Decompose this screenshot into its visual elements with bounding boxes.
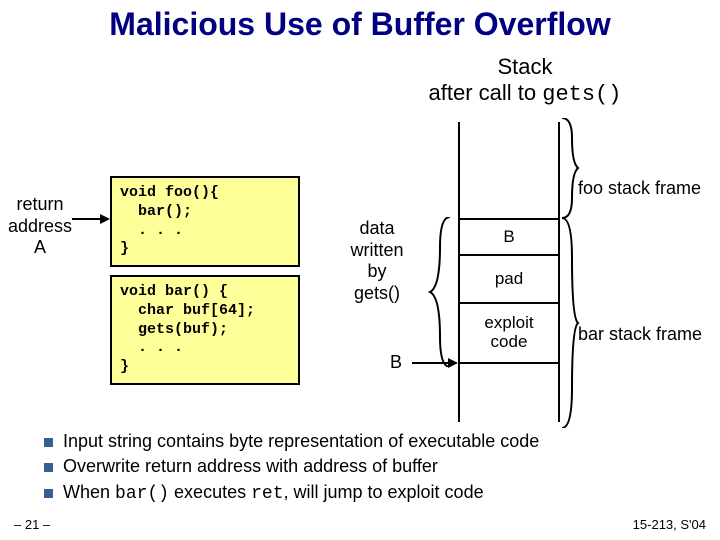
subtitle-line1: Stack <box>360 54 690 80</box>
foo-brace-icon <box>560 118 580 218</box>
stack-seg-exploit: exploit code <box>460 304 558 364</box>
stack-seg-pad: pad <box>460 256 558 304</box>
bullet-3: When bar() executes ret, will jump to ex… <box>44 481 694 506</box>
data-written-brace-icon <box>426 217 456 367</box>
bullet-icon <box>44 438 53 447</box>
bullet-icon <box>44 489 53 498</box>
slide-title: Malicious Use of Buffer Overflow <box>0 0 720 43</box>
code-foo: void foo(){ bar(); . . . } <box>110 176 300 267</box>
pointer-B-arrow <box>412 362 456 364</box>
bullet-3-text: When bar() executes ret, will jump to ex… <box>63 481 484 506</box>
b3-pre: When <box>63 482 115 502</box>
code-bar: void bar() { char buf[64]; gets(buf); . … <box>110 275 300 385</box>
b3-code2: ret <box>251 484 283 504</box>
page-number: – 21 – <box>14 517 50 532</box>
bullet-2-text: Overwrite return address with address of… <box>63 455 438 478</box>
bullet-icon <box>44 463 53 472</box>
subtitle-pre: after call to <box>429 80 543 105</box>
subtitle-line2: after call to gets() <box>360 80 690 108</box>
stack-subtitle: Stack after call to gets() <box>360 54 690 109</box>
b3-post: , will jump to exploit code <box>284 482 484 502</box>
b3-code1: bar() <box>115 484 169 504</box>
bullet-list: Input string contains byte representatio… <box>44 430 694 508</box>
pointer-B-label: B <box>390 352 402 373</box>
b3-mid: executes <box>169 482 251 502</box>
subtitle-code: gets() <box>542 82 621 107</box>
bar-brace-icon <box>560 218 580 428</box>
bullet-2: Overwrite return address with address of… <box>44 455 694 478</box>
data-written-label: data written by gets() <box>332 218 422 304</box>
return-address-label: return address A <box>8 194 72 259</box>
stack-seg-upper <box>460 122 558 218</box>
bullet-1-text: Input string contains byte representatio… <box>63 430 539 453</box>
stack-seg-lower <box>460 364 558 422</box>
foo-frame-label: foo stack frame <box>578 178 701 199</box>
course-id: 15-213, S'04 <box>633 517 706 532</box>
bullet-1: Input string contains byte representatio… <box>44 430 694 453</box>
return-address-arrow <box>72 218 108 220</box>
stack-diagram: B pad exploit code <box>458 122 560 422</box>
stack-seg-B: B <box>460 218 558 256</box>
bar-frame-label: bar stack frame <box>578 324 702 345</box>
